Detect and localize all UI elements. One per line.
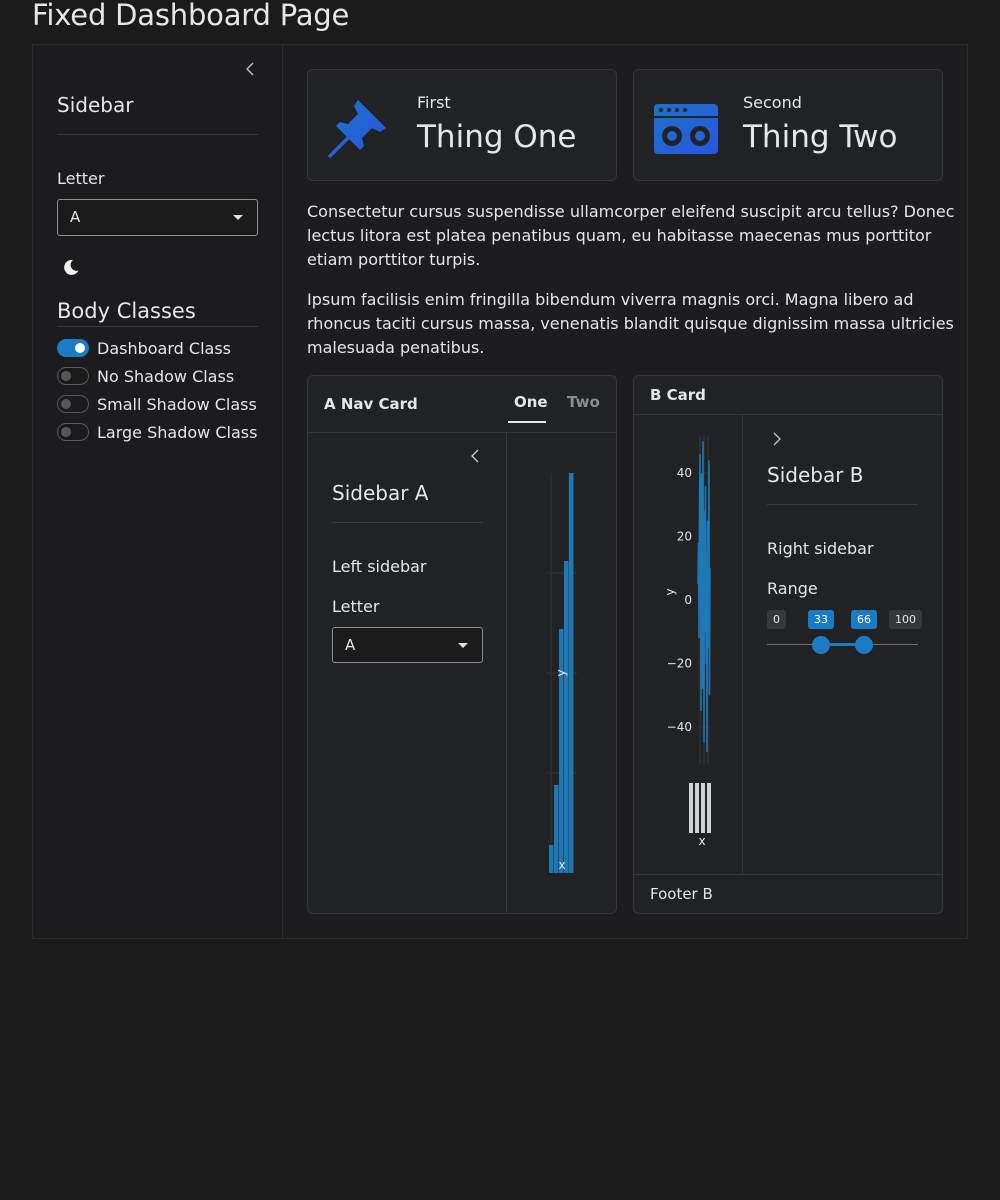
range-low-label: 33 <box>808 610 834 629</box>
line-chart: −40 −20 0 20 40 y x <box>663 415 743 875</box>
card-title: A Nav Card <box>324 395 418 413</box>
card-title: B Card <box>650 386 706 404</box>
toggle-switch[interactable] <box>57 367 89 385</box>
pushpin-icon <box>328 100 386 158</box>
y-tick-label: −20 <box>667 656 692 670</box>
letter-select-value: A <box>70 208 81 226</box>
y-axis-label: y <box>663 588 677 595</box>
letter-select-a[interactable]: A <box>332 627 483 663</box>
range-high-label: 66 <box>851 610 877 629</box>
card-header: B Card <box>634 376 942 415</box>
value-box-label: Second <box>743 93 802 112</box>
switch-label: Small Shadow Class <box>97 394 257 414</box>
card-footer: Footer B <box>634 874 942 913</box>
chevron-left-icon[interactable] <box>467 447 485 465</box>
toggle-switch[interactable] <box>57 339 89 357</box>
page-title: Fixed Dashboard Page <box>32 0 350 32</box>
nav-card-a: A Nav Card One Two Sidebar A Left sideba… <box>307 375 617 914</box>
tab-one[interactable]: One <box>514 393 548 411</box>
switch-label: Large Shadow Class <box>97 422 258 442</box>
switch-large-shadow-class[interactable]: Large Shadow Class <box>57 421 257 443</box>
bar <box>559 629 564 873</box>
switch-label: No Shadow Class <box>97 366 235 386</box>
bar <box>549 845 554 873</box>
toggle-switch[interactable] <box>57 395 89 413</box>
range-max-label: 100 <box>889 610 922 629</box>
x-axis-label: x <box>698 834 705 848</box>
y-tick-label: 20 <box>677 530 692 544</box>
range-label: Range <box>767 579 818 598</box>
card-b-sidebar: Sidebar B Right sidebar Range 0 33 66 10… <box>743 415 942 875</box>
bar <box>569 473 574 873</box>
sidebar-b-title: Sidebar B <box>767 463 864 487</box>
y-tick-label: 0 <box>684 593 692 607</box>
boombox-icon <box>654 98 718 154</box>
sidebar-divider <box>57 134 258 135</box>
chevron-left-icon[interactable] <box>242 60 260 78</box>
value-box-value: Thing One <box>417 119 577 155</box>
value-box-first: First Thing One <box>307 69 617 181</box>
x-tick-label <box>695 783 699 833</box>
range-high-handle[interactable] <box>855 636 873 654</box>
chevron-right-icon[interactable] <box>767 430 785 448</box>
moon-icon[interactable] <box>61 257 81 277</box>
right-sidebar-text: Right sidebar <box>767 539 874 558</box>
y-tick-label: −40 <box>667 720 692 734</box>
value-box-value: Thing Two <box>743 119 898 155</box>
chevron-down-icon <box>458 643 468 648</box>
letter-select[interactable]: A <box>57 199 258 236</box>
footer-text: Footer B <box>650 885 713 903</box>
x-tick-label <box>701 783 705 833</box>
chevron-down-icon <box>233 215 243 220</box>
card-header: A Nav Card One Two <box>308 376 616 433</box>
paragraph: Ipsum facilisis enim fringilla bibendum … <box>307 290 954 357</box>
switch-label: Dashboard Class <box>97 338 231 358</box>
letter-select-value: A <box>345 636 356 654</box>
sidebar-b-divider <box>767 504 918 505</box>
letter-label: Letter <box>57 169 105 188</box>
sidebar-title: Sidebar <box>57 93 134 117</box>
dashboard-layout: Sidebar Letter A Body Classes Dashboard … <box>32 44 968 939</box>
sidebar-a-title: Sidebar A <box>332 481 429 505</box>
tab-two[interactable]: Two <box>567 393 600 411</box>
body-classes-divider <box>57 326 258 327</box>
range-low-handle[interactable] <box>812 636 830 654</box>
bar-chart: yx <box>547 473 577 873</box>
bar <box>564 561 569 873</box>
y-axis-label: y <box>554 669 568 676</box>
sidebar-a-divider <box>332 522 483 523</box>
value-box-second: Second Thing Two <box>633 69 943 181</box>
y-tick-label: 40 <box>677 466 692 480</box>
x-tick-label <box>707 783 711 833</box>
range-min-label: 0 <box>767 610 786 629</box>
x-axis-label: x <box>558 858 565 872</box>
main-sidebar: Sidebar Letter A Body Classes Dashboard … <box>33 45 283 938</box>
switch-no-shadow-class[interactable]: No Shadow Class <box>57 365 234 387</box>
switch-dashboard-class[interactable]: Dashboard Class <box>57 337 231 359</box>
card-b: B Card −40 −20 0 20 40 y x Sidebar B Right sid… <box>633 375 943 914</box>
active-tab-indicator <box>508 421 546 423</box>
value-box-label: First <box>417 93 451 112</box>
letter-label: Letter <box>332 597 380 616</box>
card-a-sidebar: Sidebar A Left sidebar Letter A <box>308 433 507 913</box>
body-classes-heading: Body Classes <box>57 299 196 323</box>
switch-small-shadow-class[interactable]: Small Shadow Class <box>57 393 257 415</box>
x-tick-label <box>689 783 693 833</box>
toggle-switch[interactable] <box>57 423 89 441</box>
left-sidebar-text: Left sidebar <box>332 557 427 576</box>
paragraph: Consectetur cursus suspendisse ullamcorp… <box>307 202 955 269</box>
